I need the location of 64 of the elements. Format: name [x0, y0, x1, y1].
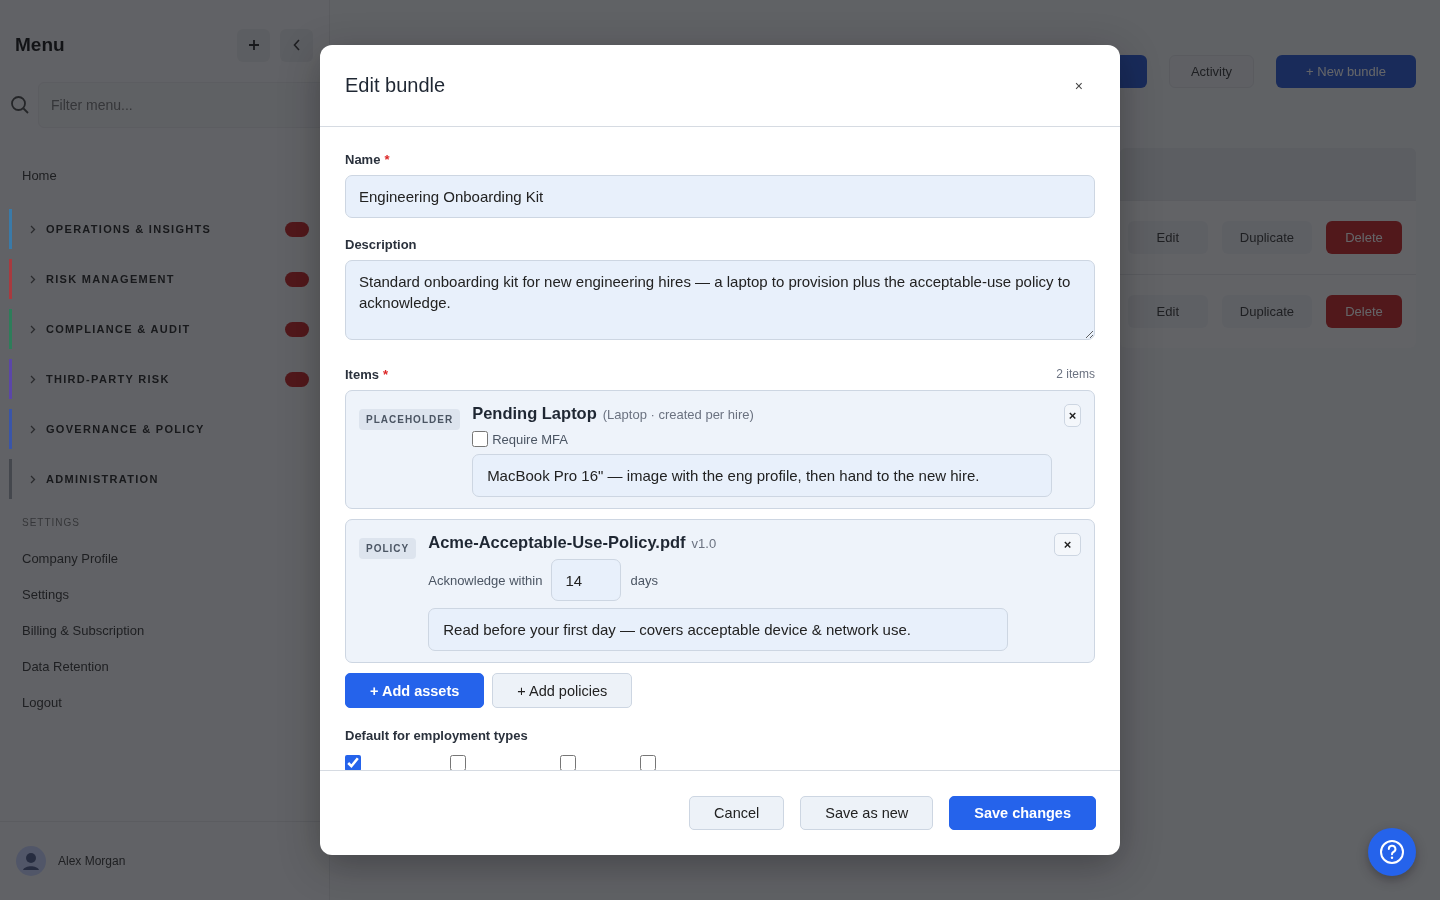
item-meta: v1.0: [691, 536, 717, 551]
chevron-right-icon: [30, 224, 36, 234]
add-button[interactable]: + Add assets: [345, 673, 485, 708]
dialog-title: Edit bundle: [345, 74, 446, 97]
required-mark: *: [382, 367, 389, 382]
field-label: Acknowledge within: [428, 572, 543, 588]
remove-button[interactable]: ×: [1064, 404, 1081, 427]
chevron-right-icon: [30, 274, 36, 284]
item-count: 2 items: [1056, 367, 1095, 382]
menu-group[interactable]: GOVERNANCE & POLICY: [9, 409, 309, 449]
row-action-button[interactable]: Delete: [1326, 221, 1402, 254]
mfa-checkbox[interactable]: [472, 431, 489, 447]
type-tag: PLACEHOLDER: [359, 409, 461, 430]
menu-group[interactable]: RISK MANAGEMENT: [9, 259, 309, 299]
footer-button[interactable]: Cancel: [689, 796, 785, 830]
plus-icon: [247, 39, 260, 51]
row-action-button[interactable]: Edit: [1127, 295, 1208, 328]
chevron-right-icon: [30, 424, 36, 434]
row-action-button[interactable]: Delete: [1326, 295, 1402, 328]
field-label: Description: [345, 237, 417, 252]
days-field[interactable]: 14: [551, 559, 622, 601]
menu-group[interactable]: THIRD-PARTY RISK: [9, 359, 309, 399]
menu-group[interactable]: ADMINISTRATION: [9, 459, 309, 499]
menu-title: Menu: [15, 34, 66, 56]
employment-type-checkbox[interactable]: [450, 755, 466, 770]
avatar-icon: [16, 846, 46, 876]
search-icon: [10, 95, 30, 115]
menu-group[interactable]: COMPLIANCE & AUDIT: [9, 309, 309, 349]
field-label: Name: [345, 152, 381, 167]
add-button[interactable]: [237, 28, 270, 62]
name-field[interactable]: Engineering Onboarding Kit: [345, 175, 1095, 218]
help-button[interactable]: [1368, 828, 1416, 876]
footer-button[interactable]: Save changes: [949, 796, 1096, 830]
item-meta: (Laptop · created per hire): [602, 407, 754, 422]
help-icon: [1379, 839, 1405, 865]
row-action-button[interactable]: Duplicate: [1221, 221, 1312, 254]
add-button[interactable]: + Add policies: [492, 673, 633, 708]
note-field[interactable]: Read before your first day — covers acceptable device & network use.: [428, 608, 1009, 651]
chevron-left-icon: [292, 39, 301, 51]
user-name: Alex Morgan: [58, 854, 126, 868]
toolbar-button[interactable]: + New bundle: [1276, 55, 1416, 88]
employment-type-checkbox[interactable]: [345, 755, 361, 770]
employment-type-checkbox[interactable]: [640, 755, 656, 770]
chevron-right-icon: [30, 374, 36, 384]
menu-group[interactable]: OPERATIONS & INSIGHTS: [9, 209, 309, 249]
field-label: Items: [345, 367, 379, 382]
description-field[interactable]: Standard onboarding kit for new engineering hires — a laptop to provision plus the acceptable-use policy to acknowledge.: [345, 260, 1095, 340]
row-action-button[interactable]: Duplicate: [1221, 295, 1312, 328]
required-mark: *: [384, 152, 390, 167]
item-title: Pending Laptop: [472, 404, 597, 423]
checkbox-label: Require MFA: [492, 431, 568, 447]
type-tag: POLICY: [359, 538, 417, 559]
employment-type-checkbox[interactable]: [560, 755, 576, 770]
chevron-right-icon: [30, 324, 36, 334]
footer-button[interactable]: Save as new: [800, 796, 934, 830]
row-action-button[interactable]: Edit: [1127, 221, 1208, 254]
chevron-right-icon: [30, 474, 36, 484]
note-field[interactable]: MacBook Pro 16" — image with the eng profile, then hand to the new hire.: [472, 454, 1053, 497]
item-title: Acme-Acceptable-Use-Policy.pdf: [428, 533, 686, 552]
unit-label: days: [630, 572, 658, 588]
toolbar-button[interactable]: Activity: [1169, 55, 1254, 88]
field-label: Default for employment types: [345, 728, 528, 743]
close-button[interactable]: ×: [1066, 73, 1091, 98]
remove-button[interactable]: ×: [1054, 533, 1081, 556]
